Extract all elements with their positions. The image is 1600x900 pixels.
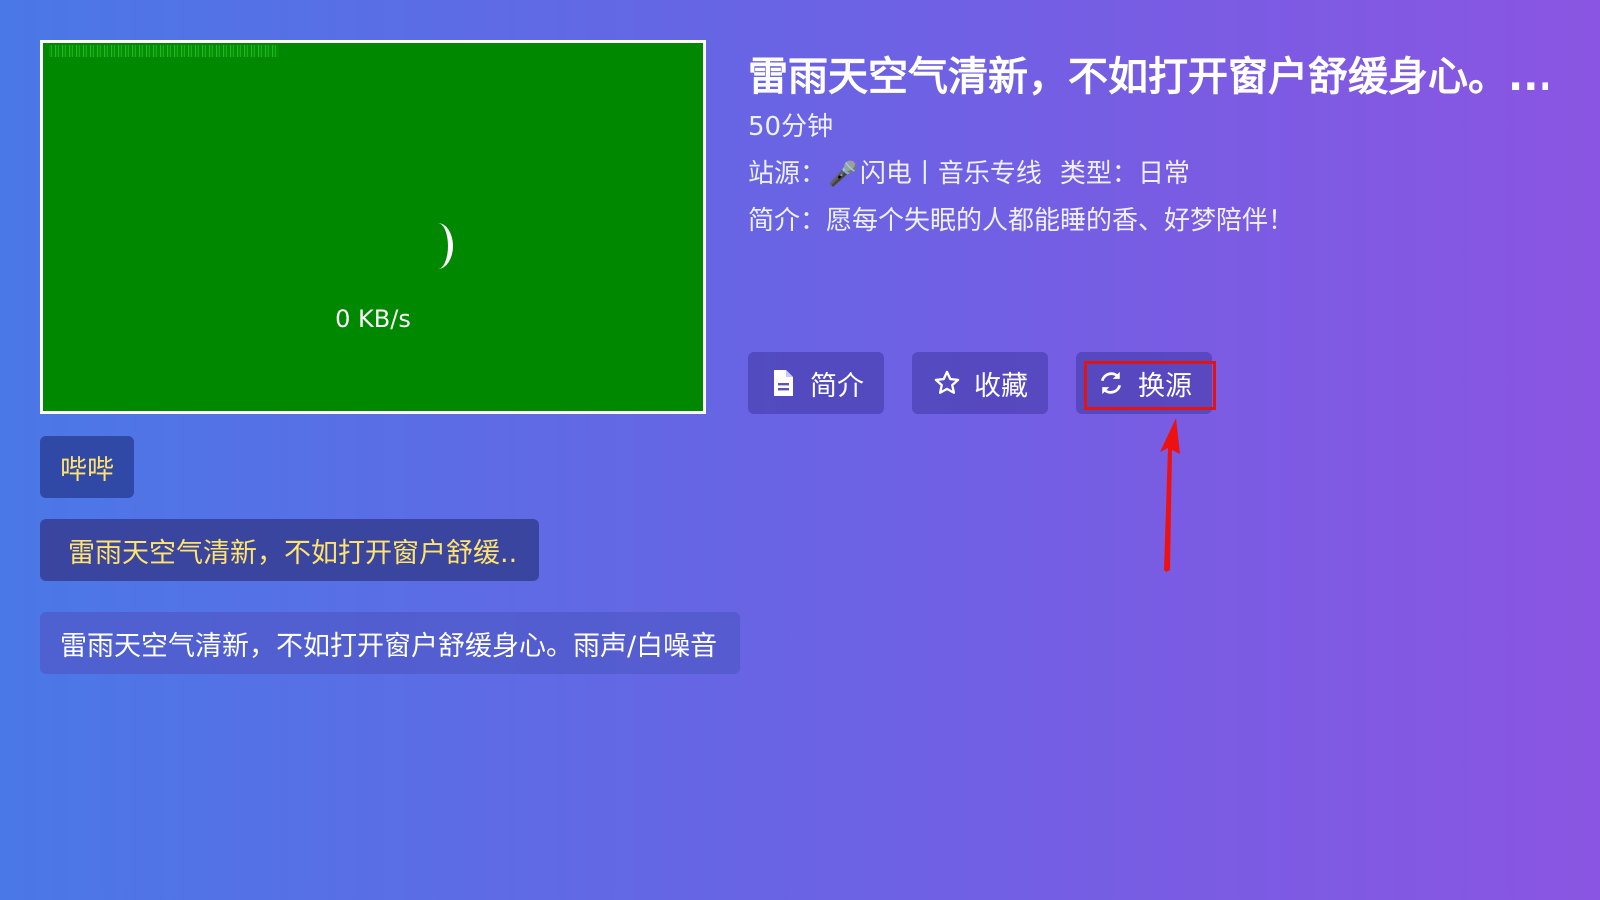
full-title-chip-label: 雷雨天空气清新，不如打开窗户舒缓身心。雨声/白噪音 — [60, 630, 718, 662]
loading-spinner-icon — [423, 223, 453, 269]
microphone-icon: 🎤 — [828, 160, 858, 188]
favorite-button-label: 收藏 — [974, 370, 1028, 402]
intro-value: 愿每个失眠的人都能睡的香、好梦陪伴！ — [826, 206, 1295, 236]
source-label: 站源： — [748, 159, 827, 189]
source-value: 闪电丨音乐专线 — [859, 159, 1042, 189]
full-title-chip[interactable]: 雷雨天空气清新，不如打开窗户舒缓身心。雨声/白噪音 — [40, 612, 740, 674]
episode-chip-label: 雷雨天空气清新，不如打开窗户舒缓.. — [68, 537, 518, 569]
duration-text: 50分钟 — [748, 112, 834, 142]
episode-chip[interactable]: 雷雨天空气清新，不如打开窗户舒缓.. — [40, 519, 539, 581]
video-noise-strip — [49, 45, 279, 57]
source-chip[interactable]: 哔哔 — [40, 436, 134, 498]
source-type-line: 站源：🎤闪电丨音乐专线 类型：日常 — [748, 153, 1190, 190]
highlight-annotation-box — [1084, 361, 1216, 410]
document-icon — [768, 368, 798, 398]
download-speed: 0 KB/s — [335, 305, 411, 333]
type-label: 类型： — [1059, 159, 1138, 189]
star-outline-icon — [932, 368, 962, 398]
video-player[interactable]: 0 KB/s — [40, 40, 706, 414]
intro-button-label: 简介 — [810, 370, 864, 402]
intro-label: 简介： — [748, 206, 827, 236]
source-chip-label: 哔哔 — [60, 454, 114, 486]
intro-button[interactable]: 简介 — [748, 352, 884, 414]
video-title: 雷雨天空气清新，不如打开窗户舒缓身心。... — [748, 54, 1548, 100]
red-arrow-annotation — [1160, 418, 1180, 572]
type-value: 日常 — [1137, 159, 1190, 189]
favorite-button[interactable]: 收藏 — [912, 352, 1048, 414]
intro-line: 简介：愿每个失眠的人都能睡的香、好梦陪伴！ — [748, 200, 1294, 237]
